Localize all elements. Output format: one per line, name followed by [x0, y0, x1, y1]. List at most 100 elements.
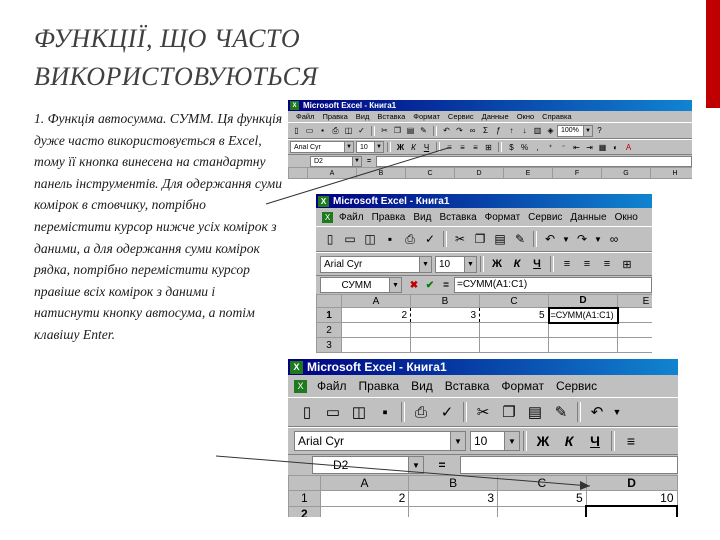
formula-input[interactable] — [376, 155, 692, 167]
cell-b2[interactable] — [408, 505, 499, 517]
menu-tools[interactable]: Сервис — [528, 212, 562, 223]
cancel-entry-button[interactable]: ✖ — [406, 280, 422, 291]
menu-edit[interactable]: Правка — [372, 212, 406, 223]
column-header-a[interactable]: A — [319, 475, 410, 491]
spelling-icon[interactable]: ✓ — [434, 402, 460, 422]
menu-tools[interactable]: Сервис — [448, 112, 474, 121]
align-center-icon[interactable]: ≡ — [456, 142, 469, 153]
menu-file[interactable]: Файл — [317, 379, 347, 393]
column-header-b[interactable]: B — [356, 167, 406, 179]
italic-button[interactable]: К — [507, 257, 527, 271]
new-icon[interactable]: ▯ — [290, 125, 303, 136]
column-header-a[interactable]: A — [341, 294, 411, 308]
paste-icon[interactable]: ▤ — [490, 231, 510, 247]
print-icon[interactable]: ⎙ — [329, 125, 342, 137]
row-header-2[interactable]: 2 — [316, 322, 342, 338]
cell-e2[interactable] — [617, 322, 652, 338]
sort-asc-icon[interactable]: ↑ — [505, 125, 518, 136]
align-left-icon[interactable]: ≡ — [557, 257, 577, 271]
cell-d1[interactable]: 10 — [585, 490, 678, 507]
menu-edit[interactable]: Правка — [322, 112, 347, 121]
menu-window[interactable]: Окно — [517, 112, 534, 121]
align-right-icon[interactable]: ≡ — [597, 257, 617, 271]
cell-a1[interactable]: 2 — [319, 490, 410, 507]
row-header-3[interactable]: 3 — [316, 337, 342, 353]
format-painter-icon[interactable]: ✎ — [548, 402, 574, 422]
menu-edit[interactable]: Правка — [359, 379, 400, 393]
align-right-icon[interactable]: ≡ — [469, 142, 482, 153]
percent-icon[interactable]: % — [518, 142, 531, 153]
hyperlink-icon[interactable]: ∞ — [466, 125, 479, 136]
corner-cell[interactable] — [316, 294, 342, 308]
chevron-down-icon[interactable]: ▼ — [389, 278, 401, 292]
menu-view[interactable]: Вид — [413, 212, 431, 223]
copy-icon[interactable]: ❐ — [496, 402, 522, 422]
spelling-icon[interactable]: ✓ — [420, 231, 440, 247]
column-header-f[interactable]: F — [552, 167, 602, 179]
cell-d2-active[interactable] — [585, 505, 678, 517]
column-header-e[interactable]: E — [503, 167, 553, 179]
corner-cell[interactable] — [288, 475, 321, 491]
align-center-icon[interactable]: ≡ — [577, 257, 597, 271]
cell-d3[interactable] — [548, 337, 618, 353]
chevron-down-icon[interactable]: ▼ — [374, 142, 383, 152]
chevron-down-icon[interactable]: ▼ — [464, 256, 476, 272]
bold-button[interactable]: Ж — [394, 142, 407, 153]
chart-wizard-icon[interactable]: ▥ — [531, 125, 544, 136]
borders-icon[interactable]: ▦ — [596, 142, 609, 153]
save-icon[interactable]: ▪ — [372, 403, 398, 422]
column-header-h[interactable]: H — [650, 167, 692, 179]
preview-icon[interactable]: ◫ — [346, 402, 372, 422]
merge-center-icon[interactable]: ⊞ — [617, 257, 637, 272]
column-header-c[interactable]: C — [497, 475, 587, 491]
cut-icon[interactable]: ✂ — [470, 402, 496, 422]
menu-view[interactable]: Вид — [411, 379, 433, 393]
new-icon[interactable]: ▯ — [320, 231, 340, 247]
cell-a2[interactable] — [341, 322, 411, 338]
align-left-icon[interactable]: ≡ — [443, 142, 456, 153]
menu-data[interactable]: Данные — [570, 212, 606, 223]
cell-a2[interactable] — [319, 505, 410, 517]
row-header-2[interactable]: 2 — [288, 505, 321, 517]
currency-icon[interactable]: $ — [505, 142, 518, 153]
increase-indent-icon[interactable]: ⇥ — [583, 142, 596, 153]
menu-data[interactable]: Данные — [482, 112, 509, 121]
open-icon[interactable]: ▭ — [320, 402, 346, 422]
menu-format[interactable]: Формат — [501, 379, 544, 393]
cell-a1[interactable]: 2 — [341, 307, 411, 323]
redo-icon[interactable]: ↷ — [572, 231, 592, 247]
undo-icon[interactable]: ↶ — [440, 125, 453, 136]
font-name-select[interactable]: Arial Cyr ▼ — [320, 255, 432, 273]
name-box[interactable]: D2 ▼ — [312, 456, 424, 474]
save-icon[interactable]: ▪ — [380, 231, 400, 247]
font-name-select[interactable]: Arial Cyr ▼ — [294, 431, 466, 451]
italic-button[interactable]: К — [407, 142, 420, 153]
row-header-1[interactable]: 1 — [316, 307, 342, 323]
cell-b1[interactable]: 3 — [408, 490, 499, 507]
formula-input[interactable]: =СУММ(A1:C1) — [454, 277, 652, 293]
align-left-icon[interactable]: ≡ — [618, 432, 644, 450]
hyperlink-icon[interactable]: ∞ — [604, 231, 624, 247]
copy-icon[interactable]: ❐ — [391, 125, 404, 136]
cell-b1[interactable]: 3 — [410, 307, 480, 323]
new-icon[interactable]: ▯ — [294, 402, 320, 422]
open-icon[interactable]: ▭ — [340, 231, 360, 247]
chevron-down-icon[interactable]: ▼ — [583, 125, 592, 136]
chevron-down-icon[interactable]: ▼ — [450, 432, 465, 450]
formula-equals-icon[interactable]: = — [424, 458, 460, 472]
cell-c2[interactable] — [497, 505, 587, 517]
preview-icon[interactable]: ◫ — [360, 231, 380, 247]
save-icon[interactable]: ▪ — [316, 125, 329, 136]
chevron-down-icon[interactable]: ▼ — [610, 406, 624, 418]
underline-button[interactable]: Ч — [420, 142, 433, 153]
font-size-select[interactable]: 10 ▼ — [356, 141, 384, 153]
chevron-down-icon[interactable]: ▼ — [408, 457, 423, 473]
menu-file[interactable]: Файл — [339, 212, 364, 223]
bold-button[interactable]: Ж — [487, 257, 507, 271]
formula-equals-icon[interactable]: = — [362, 158, 376, 165]
menu-format[interactable]: Формат — [485, 212, 521, 223]
column-header-d[interactable]: D — [585, 475, 678, 491]
font-name-select[interactable]: Arial Cyr ▼ — [290, 141, 354, 153]
copy-icon[interactable]: ❐ — [470, 231, 490, 247]
decrease-indent-icon[interactable]: ⇤ — [570, 142, 583, 153]
